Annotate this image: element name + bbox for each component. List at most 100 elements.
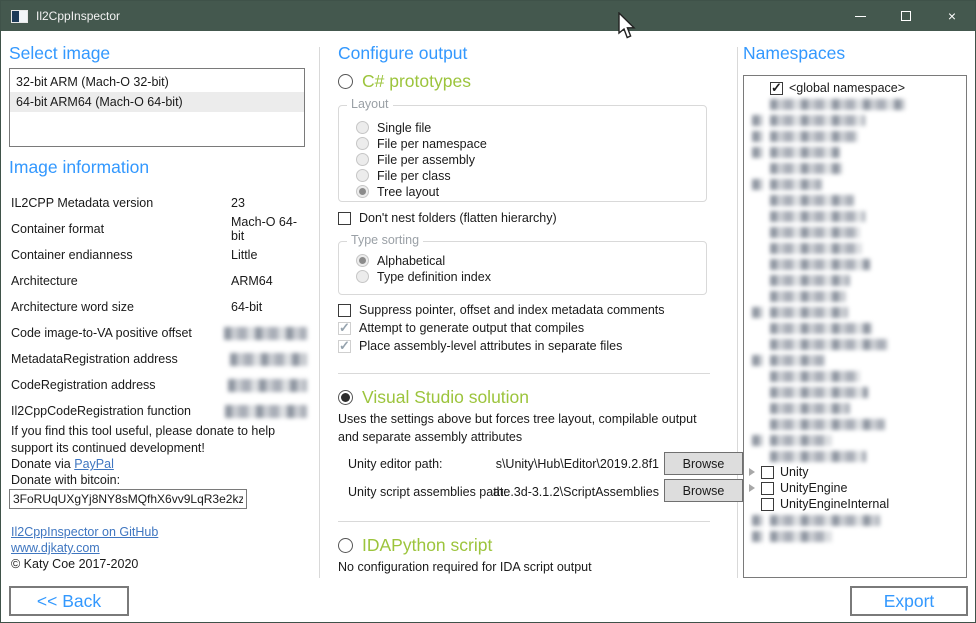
namespace-item-redacted[interactable] bbox=[744, 192, 966, 208]
namespace-item[interactable]: UnityEngine bbox=[744, 480, 966, 496]
radio-icon[interactable] bbox=[356, 137, 369, 150]
flatten-hierarchy-checkbox[interactable] bbox=[338, 212, 351, 225]
namespace-checkbox[interactable] bbox=[761, 482, 774, 495]
namespace-item-redacted[interactable] bbox=[744, 128, 966, 144]
namespace-item-redacted[interactable] bbox=[744, 144, 966, 160]
close-button[interactable]: × bbox=[929, 1, 975, 31]
redacted-label bbox=[770, 371, 860, 382]
namespace-item-redacted[interactable] bbox=[744, 528, 966, 544]
image-information-table: IL2CPP Metadata version23Container forma… bbox=[11, 190, 307, 424]
namespace-item-redacted[interactable] bbox=[744, 112, 966, 128]
titlebar: Il2CppInspector × bbox=[1, 1, 975, 31]
radio-icon[interactable] bbox=[356, 185, 369, 198]
namespace-item-redacted[interactable] bbox=[744, 176, 966, 192]
namespace-item[interactable]: Unity bbox=[744, 464, 966, 480]
namespace-item-redacted[interactable] bbox=[744, 400, 966, 416]
namespace-item-redacted[interactable] bbox=[744, 160, 966, 176]
namespace-item-redacted[interactable] bbox=[744, 384, 966, 400]
checkbox-label: Suppress pointer, offset and index metad… bbox=[359, 303, 665, 317]
idapython-script-label: IDAPython script bbox=[362, 535, 492, 556]
github-link[interactable]: Il2CppInspector on GitHub bbox=[11, 525, 158, 539]
visual-studio-solution-option[interactable]: Visual Studio solution bbox=[338, 387, 529, 408]
namespace-item-redacted[interactable] bbox=[744, 512, 966, 528]
info-row: Code image-to-VA positive offset bbox=[11, 320, 307, 346]
radio-icon[interactable] bbox=[356, 121, 369, 134]
namespace-item-redacted[interactable] bbox=[744, 224, 966, 240]
redacted-label bbox=[770, 419, 885, 430]
namespace-label: Unity bbox=[780, 465, 808, 479]
csharp-prototypes-option[interactable]: C# prototypes bbox=[338, 71, 471, 92]
info-label: MetadataRegistration address bbox=[11, 352, 230, 366]
output-checkbox-option[interactable]: Place assembly-level attributes in separ… bbox=[338, 337, 665, 355]
namespace-item-redacted[interactable] bbox=[744, 352, 966, 368]
output-checkbox-option[interactable]: Suppress pointer, offset and index metad… bbox=[338, 301, 665, 319]
checkbox-icon[interactable] bbox=[338, 304, 351, 317]
website-link[interactable]: www.djkaty.com bbox=[11, 541, 100, 555]
flatten-hierarchy-option[interactable]: Don't nest folders (flatten hierarchy) bbox=[338, 209, 557, 227]
checkbox-icon[interactable] bbox=[338, 322, 351, 335]
redacted-label bbox=[770, 291, 846, 302]
radio-option[interactable]: Tree layout bbox=[356, 184, 706, 199]
namespace-item-redacted[interactable] bbox=[744, 96, 966, 112]
il2cppinspector-window: { "titlebar": { "title": "Il2CppInspecto… bbox=[0, 0, 976, 623]
radio-option[interactable]: Type definition index bbox=[356, 269, 706, 284]
minimize-button[interactable] bbox=[837, 1, 883, 31]
radio-icon[interactable] bbox=[356, 254, 369, 267]
info-label: Container endianness bbox=[11, 248, 231, 262]
export-button[interactable]: Export bbox=[850, 586, 968, 616]
browse-editor-button[interactable]: Browse bbox=[664, 452, 743, 475]
flatten-hierarchy-label: Don't nest folders (flatten hierarchy) bbox=[359, 211, 557, 225]
radio-option[interactable]: File per class bbox=[356, 168, 706, 183]
idapython-script-radio[interactable] bbox=[338, 538, 353, 553]
namespace-item-redacted[interactable] bbox=[744, 432, 966, 448]
namespace-item-redacted[interactable] bbox=[744, 336, 966, 352]
visual-studio-solution-radio[interactable] bbox=[338, 390, 353, 405]
namespace-item-redacted[interactable] bbox=[744, 448, 966, 464]
radio-option[interactable]: Single file bbox=[356, 120, 706, 135]
namespace-checkbox[interactable] bbox=[761, 498, 774, 511]
namespace-item-redacted[interactable] bbox=[744, 416, 966, 432]
redacted-label bbox=[770, 179, 822, 190]
radio-icon[interactable] bbox=[356, 153, 369, 166]
namespace-item-redacted[interactable] bbox=[744, 320, 966, 336]
redacted-checkbox bbox=[752, 179, 763, 190]
csharp-prototypes-radio[interactable] bbox=[338, 74, 353, 89]
namespaces-list[interactable]: <global namespace> UnityUnityEngineUnityE… bbox=[743, 75, 967, 578]
configure-output-header: Configure output bbox=[338, 43, 467, 64]
namespace-item-redacted[interactable] bbox=[744, 272, 966, 288]
checkbox-icon[interactable] bbox=[338, 340, 351, 353]
namespace-checkbox[interactable] bbox=[770, 82, 783, 95]
namespace-item-redacted[interactable] bbox=[744, 368, 966, 384]
image-list-item[interactable]: 64-bit ARM64 (Mach-O 64-bit) bbox=[10, 92, 304, 112]
redacted-label bbox=[770, 275, 850, 286]
back-button[interactable]: << Back bbox=[9, 586, 129, 616]
bitcoin-address-input[interactable] bbox=[9, 489, 247, 509]
image-list[interactable]: 32-bit ARM (Mach-O 32-bit)64-bit ARM64 (… bbox=[9, 68, 305, 147]
radio-icon[interactable] bbox=[356, 270, 369, 283]
namespace-item[interactable]: <global namespace> bbox=[744, 80, 966, 96]
output-checkbox-option[interactable]: Attempt to generate output that compiles bbox=[338, 319, 665, 337]
namespace-checkbox[interactable] bbox=[761, 466, 774, 479]
redacted-label bbox=[770, 355, 825, 366]
image-list-item[interactable]: 32-bit ARM (Mach-O 32-bit) bbox=[10, 72, 304, 92]
browse-assemblies-button[interactable]: Browse bbox=[664, 479, 743, 502]
redacted-checkbox bbox=[752, 115, 763, 126]
radio-option[interactable]: File per assembly bbox=[356, 152, 706, 167]
namespace-item-redacted[interactable] bbox=[744, 240, 966, 256]
namespace-item[interactable]: UnityEngineInternal bbox=[744, 496, 966, 512]
maximize-button[interactable] bbox=[883, 1, 929, 31]
radio-option[interactable]: File per namespace bbox=[356, 136, 706, 151]
namespace-item-redacted[interactable] bbox=[744, 304, 966, 320]
namespace-item-redacted[interactable] bbox=[744, 288, 966, 304]
expander-icon[interactable] bbox=[749, 468, 755, 476]
donate-text: If you find this tool useful, please don… bbox=[11, 423, 313, 456]
redacted-label bbox=[770, 147, 840, 158]
paypal-link[interactable]: PayPal bbox=[74, 457, 114, 471]
redacted-label bbox=[770, 451, 866, 462]
radio-icon[interactable] bbox=[356, 169, 369, 182]
radio-option[interactable]: Alphabetical bbox=[356, 253, 706, 268]
namespace-item-redacted[interactable] bbox=[744, 256, 966, 272]
namespace-item-redacted[interactable] bbox=[744, 208, 966, 224]
expander-icon[interactable] bbox=[749, 484, 755, 492]
idapython-script-option[interactable]: IDAPython script bbox=[338, 535, 492, 556]
